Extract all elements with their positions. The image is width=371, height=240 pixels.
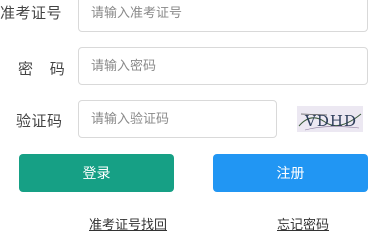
- register-button[interactable]: 注册: [213, 154, 368, 192]
- password-input[interactable]: [78, 47, 368, 85]
- captcha-label: 验证码: [16, 112, 63, 130]
- login-button[interactable]: 登录: [19, 154, 174, 192]
- exam-id-label: 准考证号: [0, 4, 63, 22]
- captcha-image[interactable]: VDHD: [297, 106, 363, 132]
- captcha-text: VDHD: [304, 112, 357, 130]
- captcha-noise: VDHD: [298, 112, 362, 131]
- exam-id-input[interactable]: [78, 0, 368, 32]
- recover-exam-id-link[interactable]: 准考证号找回: [89, 214, 167, 233]
- forgot-password-link[interactable]: 忘记密码: [277, 214, 329, 233]
- captcha-input[interactable]: [78, 100, 277, 138]
- password-label: 密 码: [18, 60, 71, 78]
